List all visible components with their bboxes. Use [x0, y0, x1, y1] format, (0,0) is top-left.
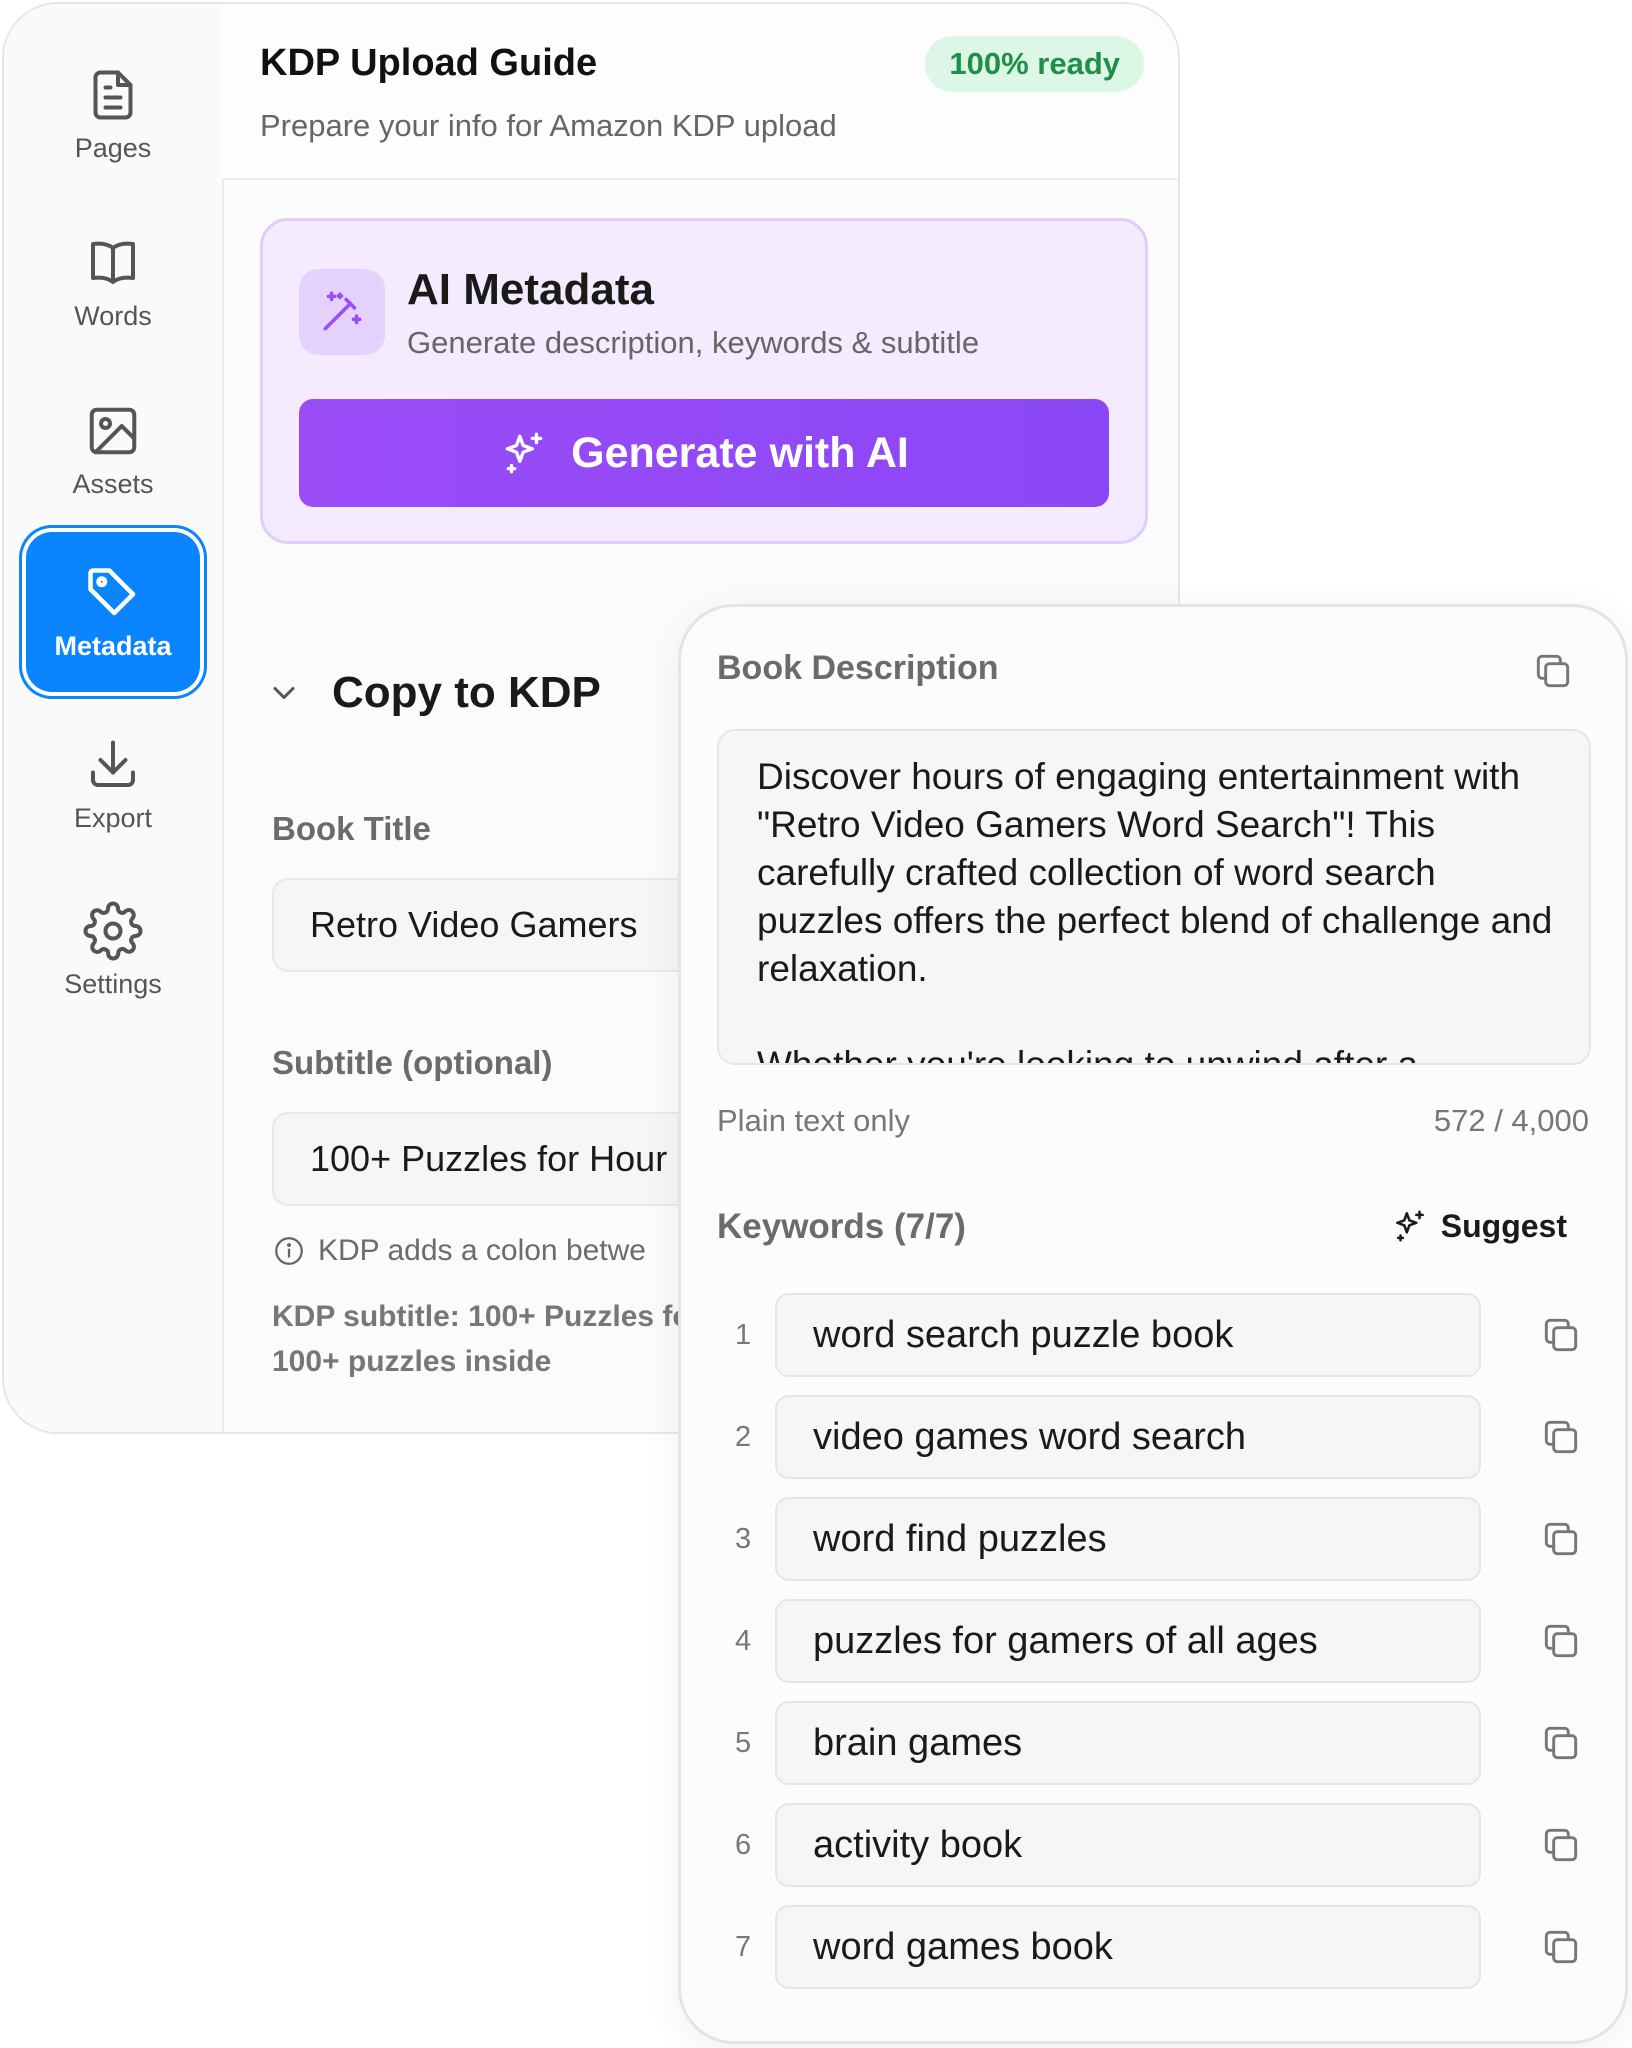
copy-icon [1536, 654, 1570, 688]
book-icon [91, 241, 135, 284]
keyword-input[interactable]: video games word search [775, 1395, 1481, 1479]
keyword-number: 3 [735, 1522, 752, 1555]
keyword-number: 7 [735, 1930, 752, 1963]
gear-icon [83, 901, 143, 960]
keyword-input[interactable]: word search puzzle book [775, 1293, 1481, 1377]
suggest-label: Suggest [1440, 1207, 1567, 1244]
keyword-input[interactable]: brain games [775, 1701, 1481, 1785]
keyword-input[interactable]: word games book [775, 1905, 1481, 1989]
kdp-subtitle-preview: KDP subtitle: 100+ Puzzles fo 100+ puzzl… [272, 1294, 691, 1384]
chevron-down-icon [273, 687, 295, 699]
keyword-input[interactable]: activity book [775, 1803, 1481, 1887]
keyword-row: 7 word games book [717, 1905, 1607, 1989]
generate-button-label: Generate with AI [571, 428, 909, 477]
book-title-label: Book Title [272, 810, 431, 847]
copy-to-kdp-toggle[interactable]: Copy to KDP [266, 668, 601, 718]
copy-icon [1544, 1420, 1578, 1454]
copy-keyword-button[interactable] [1537, 1923, 1585, 1971]
sidebar-item-metadata[interactable]: Metadata [26, 532, 200, 692]
status-badge: 100% ready [925, 36, 1144, 92]
subtitle-label: Subtitle (optional) [272, 1044, 553, 1081]
sidebar-item-settings[interactable]: Settings [26, 870, 200, 1030]
ai-card-title: AI Metadata [407, 265, 654, 314]
download-icon [91, 740, 135, 787]
sidebar: Pages Words Assets Metadata Export Setti… [4, 4, 224, 1432]
sidebar-item-label: Words [74, 300, 152, 331]
keyword-number: 6 [735, 1828, 752, 1861]
keyword-row: 6 activity book [717, 1803, 1607, 1887]
sidebar-item-label: Pages [74, 132, 152, 163]
suggest-button[interactable]: Suggest [1391, 1207, 1567, 1245]
keyword-row: 4 puzzles for gamers of all ages [717, 1599, 1607, 1683]
document-icon [93, 70, 133, 119]
keyword-input[interactable]: word find puzzles [775, 1497, 1481, 1581]
keywords-title: Keywords (7/7) [717, 1207, 966, 1246]
sidebar-item-label: Export [73, 802, 153, 833]
sidebar-item-pages[interactable]: Pages [26, 34, 200, 194]
keyword-row: 5 brain games [717, 1701, 1607, 1785]
keyword-row: 3 word find puzzles [717, 1497, 1607, 1581]
info-icon [275, 1237, 303, 1265]
colon-note: KDP adds a colon betwe [272, 1234, 646, 1268]
preview-line: 100+ puzzles inside [272, 1345, 552, 1378]
keyword-row: 1 word search puzzle book [717, 1293, 1607, 1377]
ai-metadata-card: AI Metadata Generate description, keywor… [260, 218, 1148, 544]
preview-line: KDP subtitle: 100+ Puzzles fo [272, 1300, 691, 1333]
colon-note-text: KDP adds a colon betwe [318, 1234, 646, 1267]
section-title: Copy to KDP [332, 668, 601, 717]
sidebar-item-assets[interactable]: Assets [26, 370, 200, 530]
copy-icon [1544, 1624, 1578, 1658]
generate-with-ai-button[interactable]: Generate with AI [299, 399, 1109, 507]
keyword-input[interactable]: puzzles for gamers of all ages [775, 1599, 1481, 1683]
copy-keyword-button[interactable] [1537, 1617, 1585, 1665]
magic-wand-icon [299, 269, 385, 355]
ai-card-subtitle: Generate description, keywords & subtitl… [407, 325, 980, 360]
copy-icon [1544, 1318, 1578, 1352]
page-subtitle: Prepare your info for Amazon KDP upload [260, 108, 837, 143]
sidebar-item-words[interactable]: Words [26, 202, 200, 362]
sidebar-item-export[interactable]: Export [26, 704, 200, 864]
description-keywords-panel: Book Description Discover hours of engag… [678, 604, 1628, 2044]
copy-keyword-button[interactable] [1537, 1821, 1585, 1869]
tag-icon [88, 567, 136, 615]
copy-description-button[interactable] [1529, 647, 1577, 695]
copy-keyword-button[interactable] [1537, 1311, 1585, 1359]
description-text: Discover hours of engaging entertainment… [757, 756, 1553, 1065]
copy-icon [1544, 1522, 1578, 1556]
copy-keyword-button[interactable] [1537, 1413, 1585, 1461]
plain-text-note: Plain text only [717, 1103, 910, 1138]
sidebar-item-label: Assets [72, 468, 154, 499]
book-description-title: Book Description [717, 649, 999, 687]
page-title: KDP Upload Guide [260, 42, 598, 84]
copy-icon [1544, 1930, 1578, 1964]
copy-keyword-button[interactable] [1537, 1719, 1585, 1767]
sparkles-icon [1395, 1210, 1424, 1242]
character-count: 572 / 4,000 [1433, 1103, 1589, 1138]
header: KDP Upload Guide Prepare your info for A… [222, 4, 1178, 180]
keyword-number: 5 [735, 1726, 752, 1759]
sparkles-icon [505, 432, 543, 474]
sidebar-item-label: Metadata [54, 630, 172, 661]
keyword-number: 1 [735, 1318, 752, 1351]
copy-keyword-button[interactable] [1537, 1515, 1585, 1563]
sidebar-item-label: Settings [64, 968, 162, 999]
keyword-number: 2 [735, 1420, 752, 1453]
copy-icon [1544, 1828, 1578, 1862]
keyword-number: 4 [735, 1624, 752, 1657]
description-textarea[interactable]: Discover hours of engaging entertainment… [717, 729, 1591, 1065]
copy-icon [1544, 1726, 1578, 1760]
image-icon [89, 407, 137, 454]
keyword-row: 2 video games word search [717, 1395, 1607, 1479]
